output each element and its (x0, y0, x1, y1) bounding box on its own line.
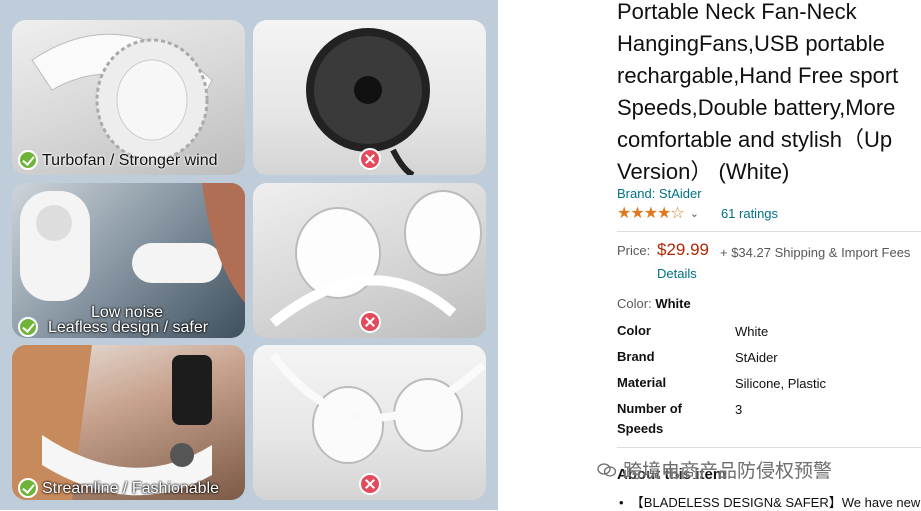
star-rating-icon[interactable]: ★★★★☆ (617, 203, 685, 223)
bad-cross-icon (359, 148, 381, 170)
good-check-icon (18, 150, 38, 170)
comparison-tile-streamline: Streamline / Fashionable (12, 345, 245, 500)
comparison-tile-blade-fan (253, 20, 486, 175)
title-line: Speeds,Double battery,More (617, 95, 896, 120)
spec-key: Number of Speeds (617, 401, 682, 436)
spec-key: Color (617, 323, 651, 338)
wechat-icon (597, 462, 617, 477)
selected-color: Color: White (617, 296, 691, 311)
ratings-count-link[interactable]: 61 ratings (721, 206, 778, 221)
shipping-fees: + $34.27 Shipping & Import Fees (720, 245, 911, 260)
title-line: Version） (White) (617, 159, 790, 184)
good-check-icon (18, 478, 38, 498)
bullet-dot-icon: • (619, 495, 631, 510)
details-link[interactable]: Details (657, 266, 697, 281)
title-line: comfortable and stylish（Up (617, 127, 893, 152)
bad-cross-icon (359, 311, 381, 333)
bad-cross-icon (359, 473, 381, 495)
chevron-down-icon[interactable]: ⌄ (690, 207, 699, 220)
title-line: rechargable,Hand Free sport (617, 63, 899, 88)
brand-link[interactable]: Brand: StAider (617, 186, 702, 201)
watermark-text: 跨境电商产品防侵权预警 (623, 461, 833, 482)
spec-value: 3 (735, 402, 743, 417)
tile-caption: Turbofan / Stronger wind (42, 152, 218, 169)
rating-row: ★★★★☆ ⌄ 61 ratings (617, 204, 778, 222)
spec-value: StAider (735, 350, 778, 365)
bullet-text: 【BLADELESS DESIGN& SAFER】We have new (630, 495, 921, 510)
watermark-overlay: 跨境电商产品防侵权预警 (597, 456, 832, 483)
good-check-icon (18, 317, 38, 337)
divider (617, 231, 921, 232)
color-value: White (655, 296, 691, 311)
price-value: $29.99 (657, 240, 709, 259)
divider (617, 447, 921, 448)
woman-with-neck-fan-photo (12, 345, 212, 500)
tile-caption: Leafless design / safer (48, 319, 209, 336)
title-line: Portable Neck Fan-Neck (617, 0, 857, 24)
comparison-tile-hanging-fan (253, 345, 486, 500)
spec-key: Brand (617, 349, 655, 364)
tile-caption: Streamline / Fashionable (42, 480, 219, 497)
color-label: Color: (617, 296, 652, 311)
spec-key: Material (617, 375, 667, 390)
title-line: HangingFans,USB portable (617, 31, 885, 56)
comparison-tile-low-noise: Low noise Leafless design / safer (12, 183, 245, 338)
spec-value: White (735, 324, 769, 339)
spec-value: Silicone, Plastic (735, 376, 827, 391)
price-label: Price: (617, 243, 651, 258)
feature-bullet: • 【BLADELESS DESIGN& SAFER】We have new (619, 492, 920, 511)
comparison-tile-blade-neck-fan (253, 183, 486, 338)
comparison-tile-turbofan: Turbofan / Stronger wind (12, 20, 245, 175)
product-title: Portable Neck Fan-Neck HangingFans,USB p… (617, 0, 921, 188)
product-comparison-image[interactable]: Turbofan / Stronger wind Low noise Leafl… (0, 0, 498, 510)
